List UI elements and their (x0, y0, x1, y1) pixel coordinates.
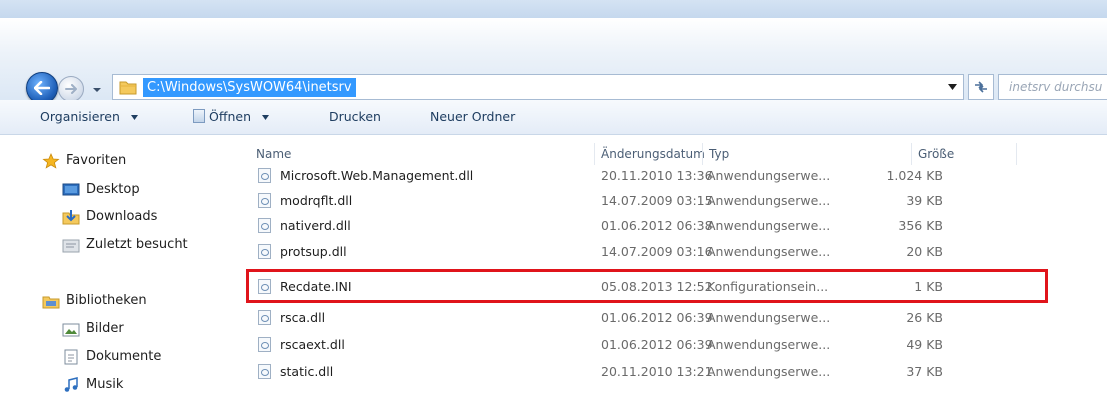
column-header-date[interactable]: Änderungsdatum (601, 147, 705, 161)
library-icon (42, 296, 60, 309)
dll-file-icon (258, 218, 271, 233)
window-title-bar (0, 0, 1107, 18)
open-button[interactable]: Öffnen (193, 108, 269, 126)
downloads-folder-icon (62, 210, 80, 225)
address-path-text: C:\Windows\SysWOW64\inetsrv (143, 78, 356, 97)
print-button[interactable]: Drucken (329, 108, 381, 126)
file-row[interactable]: Microsoft.Web.Management.dll 20.11.2010 … (250, 165, 1070, 187)
file-row[interactable]: static.dll 20.11.2010 13:21 Anwendungser… (250, 361, 1070, 383)
column-header-name[interactable]: Name (256, 147, 291, 161)
search-input[interactable] (999, 75, 1107, 99)
organize-button[interactable]: Organisieren (40, 108, 138, 126)
dll-file-icon (258, 244, 271, 259)
search-box[interactable] (998, 74, 1107, 100)
dll-file-icon (258, 193, 271, 208)
file-row-recdate-ini[interactable]: Recdate.INI 05.08.2013 12:52 Konfigurati… (250, 276, 1070, 298)
file-row[interactable]: nativerd.dll 01.06.2012 06:38 Anwendungs… (250, 215, 1070, 237)
file-row[interactable]: rsca.dll 01.06.2012 06:39 Anwendungserwe… (250, 307, 1070, 329)
column-divider[interactable] (911, 143, 912, 165)
column-divider[interactable] (1016, 143, 1017, 165)
documents-icon (64, 349, 78, 365)
open-file-icon (193, 109, 205, 123)
new-folder-button[interactable]: Neuer Ordner (430, 108, 515, 126)
chevron-down-icon (261, 115, 269, 120)
file-row[interactable]: protsup.dll 14.07.2009 03:16 Anwendungse… (250, 241, 1070, 263)
refresh-button[interactable] (968, 74, 994, 100)
refresh-icon (975, 81, 987, 93)
dll-file-icon (258, 310, 271, 325)
dll-file-icon (258, 168, 271, 183)
music-icon (64, 377, 78, 392)
column-header-size[interactable]: Größe (918, 147, 954, 161)
desktop-icon (62, 183, 80, 196)
arrow-right-icon (65, 84, 77, 94)
column-divider[interactable] (702, 143, 703, 165)
organize-label: Organisieren (40, 109, 120, 124)
star-icon (42, 153, 60, 169)
recent-pages-dropdown[interactable] (91, 81, 103, 93)
print-label: Drucken (329, 109, 381, 124)
address-bar-area: C:\Windows\SysWOW64\inetsrv (0, 18, 1107, 109)
open-label: Öffnen (209, 109, 251, 124)
column-header-type[interactable]: Typ (709, 147, 729, 161)
address-field[interactable]: C:\Windows\SysWOW64\inetsrv (112, 74, 964, 100)
file-row[interactable]: modrqflt.dll 14.07.2009 03:15 Anwendungs… (250, 190, 1070, 212)
folder-icon (119, 81, 137, 95)
column-divider[interactable] (594, 143, 595, 165)
file-list: Name Änderungsdatum Typ Größe Microsoft.… (232, 135, 1107, 385)
arrow-left-icon (34, 81, 50, 95)
ini-file-icon (258, 279, 271, 294)
chevron-down-icon (93, 88, 101, 92)
command-bar: Organisieren Öffnen Drucken Neuer Ordner (0, 100, 1107, 135)
dll-file-icon (258, 364, 271, 379)
new-folder-label: Neuer Ordner (430, 109, 516, 124)
chevron-down-icon (130, 115, 138, 120)
dll-file-icon (258, 337, 271, 352)
file-row[interactable]: rscaext.dll 01.06.2012 06:39 Anwendungse… (250, 334, 1070, 356)
navigation-pane: Favoriten Desktop Downloads Zuletzt besu… (0, 135, 233, 392)
forward-button[interactable] (58, 76, 84, 102)
address-dropdown-icon[interactable] (948, 84, 957, 90)
pictures-icon (62, 323, 80, 337)
recent-places-icon (62, 239, 80, 253)
